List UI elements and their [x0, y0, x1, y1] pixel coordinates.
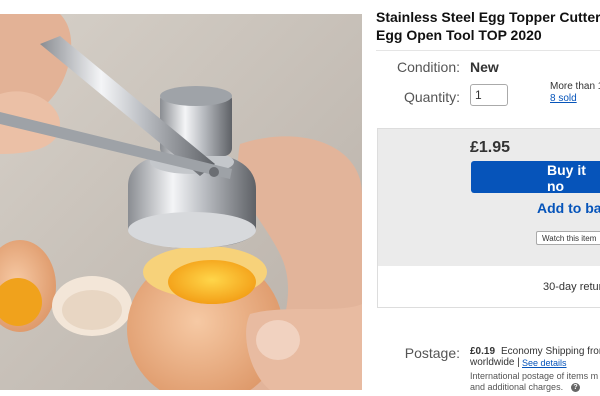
- sold-count-link[interactable]: 8 sold: [550, 93, 577, 104]
- add-to-basket-link[interactable]: Add to bas: [537, 200, 600, 216]
- question-circle-icon[interactable]: ?: [571, 383, 580, 392]
- postage-region: worldwide |: [470, 357, 520, 368]
- international-note-line-1: International postage of items m: [470, 371, 599, 381]
- postage-price: £0.19: [470, 346, 496, 357]
- condition-value: New: [470, 59, 499, 75]
- title-divider: [376, 50, 600, 51]
- returns-text: 30-day retur: [543, 281, 600, 293]
- availability-text: More than 1: [550, 81, 600, 92]
- product-title-line-2: Egg Open Tool TOP 2020: [376, 27, 542, 43]
- watch-item-button[interactable]: Watch this item: [536, 231, 600, 245]
- postage-label: Postage:: [404, 345, 460, 361]
- product-title: Stainless Steel Egg Topper Cutter S Egg …: [376, 8, 600, 44]
- condition-label: Condition:: [396, 59, 460, 75]
- international-note-line-2: and additional charges.: [470, 382, 564, 392]
- see-details-link[interactable]: See details: [522, 358, 567, 368]
- product-title-line-1: Stainless Steel Egg Topper Cutter S: [376, 9, 600, 25]
- quantity-label: Quantity:: [403, 89, 460, 105]
- postage-service: Economy Shipping from: [501, 346, 600, 357]
- quantity-input[interactable]: [470, 84, 508, 106]
- buy-it-now-button[interactable]: Buy it no: [471, 161, 600, 194]
- price: £1.95: [470, 139, 511, 156]
- product-image[interactable]: [0, 14, 362, 390]
